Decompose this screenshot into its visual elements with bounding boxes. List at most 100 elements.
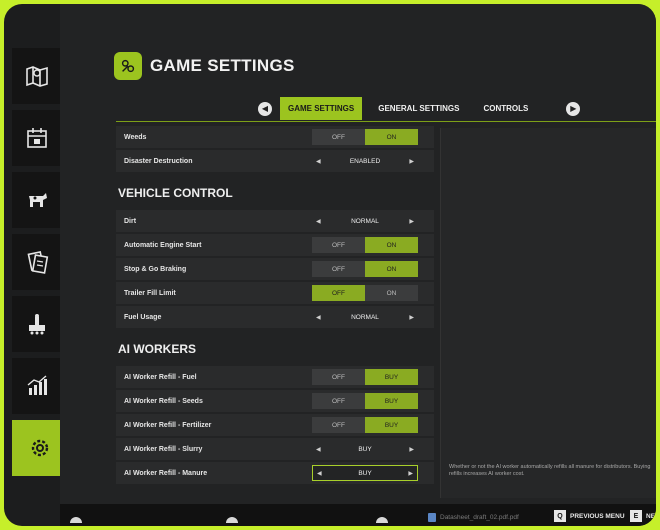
tab-next-button[interactable]: ▶	[566, 101, 581, 116]
sidebar-item-statistics[interactable]	[12, 358, 62, 414]
toggle-off[interactable]: OFF	[312, 237, 365, 253]
toggle-off[interactable]: OFF	[312, 369, 365, 385]
setting-label: Weeds	[124, 133, 147, 141]
pdf-file-icon	[428, 513, 436, 522]
previous-menu-button[interactable]: Q PREVIOUS MENU	[554, 510, 625, 522]
toggle-on[interactable]: ON	[365, 285, 418, 301]
selector-right-arrow[interactable]: ▶	[409, 446, 414, 453]
sidebar-item-map[interactable]	[12, 48, 62, 104]
toggle-on[interactable]: ON	[365, 237, 418, 253]
setting-label: AI Worker Refill - Seeds	[124, 397, 203, 405]
key-q-icon: Q	[554, 510, 566, 522]
weeds-toggle[interactable]: OFF ON	[312, 129, 418, 145]
taskbar-icon	[226, 517, 238, 523]
setting-row-ai-manure: AI Worker Refill - Manure ◀ BUY ▶	[116, 462, 434, 484]
setting-label: Disaster Destruction	[124, 157, 193, 165]
settings-list: Weeds OFF ON Disaster Destruction ◀ ENAB…	[116, 126, 434, 486]
next-menu-button[interactable]: E NE	[630, 510, 655, 522]
setting-row-ai-fuel: AI Worker Refill - Fuel OFF BUY	[116, 366, 434, 388]
taskbar-icon	[376, 517, 388, 523]
page-title: GAME SETTINGS	[150, 56, 295, 75]
setting-row-disaster: Disaster Destruction ◀ ENABLED ▶	[116, 150, 434, 172]
disaster-selector[interactable]: ◀ ENABLED ▶	[312, 153, 418, 169]
setting-label: Automatic Engine Start	[124, 241, 202, 249]
map-icon	[26, 66, 48, 87]
toggle-off[interactable]: OFF	[312, 417, 365, 433]
tab-prev-button[interactable]: ◀	[258, 101, 272, 116]
ai-fertilizer-toggle[interactable]: OFF BUY	[312, 417, 418, 433]
trailer-fill-toggle[interactable]: OFF ON	[312, 285, 418, 301]
tab-game-settings[interactable]: GAME SETTINGS	[280, 97, 363, 120]
sidebar-item-production[interactable]	[12, 296, 62, 352]
description-panel: Whether or not the AI worker automatical…	[440, 128, 656, 498]
selector-left-arrow[interactable]: ◀	[316, 218, 321, 225]
setting-label: Dirt	[124, 217, 137, 225]
selector-right-arrow[interactable]: ▶	[409, 314, 414, 321]
setting-label: AI Worker Refill - Fuel	[124, 373, 197, 381]
setting-row-ai-seeds: AI Worker Refill - Seeds OFF BUY	[116, 390, 434, 412]
sidebar-item-animals[interactable]	[12, 172, 62, 228]
section-title-vehicle: VEHICLE CONTROL	[118, 186, 233, 200]
section-title-ai: AI WORKERS	[118, 342, 196, 356]
toggle-off[interactable]: OFF	[312, 261, 365, 277]
sidebar-item-contracts[interactable]	[12, 234, 62, 290]
tab-underline	[116, 121, 656, 122]
toggle-on[interactable]: BUY	[365, 369, 418, 385]
selector-right-arrow[interactable]: ▶	[409, 218, 414, 225]
taskbar-file-label[interactable]: Datasheet_draft_02.pdf.pdf	[440, 514, 519, 521]
setting-row-fuel-usage: Fuel Usage ◀ NORMAL ▶	[116, 306, 434, 328]
tab-controls[interactable]: CONTROLS	[475, 97, 536, 120]
setting-label: Trailer Fill Limit	[124, 289, 176, 297]
fuel-usage-selector[interactable]: ◀ NORMAL ▶	[312, 309, 418, 325]
setting-row-ai-slurry: AI Worker Refill - Slurry ◀ BUY ▶	[116, 438, 434, 460]
selector-right-arrow[interactable]: ▶	[409, 158, 414, 165]
sidebar	[12, 48, 73, 508]
toggle-on[interactable]: ON	[365, 261, 418, 277]
stop-go-toggle[interactable]: OFF ON	[312, 261, 418, 277]
ai-fuel-toggle[interactable]: OFF BUY	[312, 369, 418, 385]
previous-menu-label: PREVIOUS MENU	[570, 512, 625, 520]
setting-row-trailer-fill: Trailer Fill Limit OFF ON	[116, 282, 434, 304]
dirt-selector[interactable]: ◀ NORMAL ▶	[312, 213, 418, 229]
taskbar-icon	[70, 517, 82, 523]
game-window: GAME SETTINGS ◀ GAME SETTINGS GENERAL SE…	[4, 4, 656, 526]
selector-right-arrow[interactable]: ▶	[408, 470, 413, 477]
setting-row-engine-start: Automatic Engine Start OFF ON	[116, 234, 434, 256]
setting-label: AI Worker Refill - Slurry	[124, 445, 203, 453]
selector-left-arrow[interactable]: ◀	[317, 470, 322, 477]
ai-seeds-toggle[interactable]: OFF BUY	[312, 393, 418, 409]
ai-manure-selector[interactable]: ◀ BUY ▶	[312, 465, 418, 481]
setting-row-weeds: Weeds OFF ON	[116, 126, 434, 148]
next-menu-label: NE	[646, 512, 656, 520]
ai-slurry-selector[interactable]: ◀ BUY ▶	[312, 441, 418, 457]
engine-start-toggle[interactable]: OFF ON	[312, 237, 418, 253]
setting-row-dirt: Dirt ◀ NORMAL ▶	[116, 210, 434, 232]
selector-value: NORMAL	[351, 217, 379, 225]
toggle-on[interactable]: ON	[365, 129, 418, 145]
setting-description: Whether or not the AI worker automatical…	[449, 464, 651, 477]
selector-left-arrow[interactable]: ◀	[316, 158, 321, 165]
setting-label: AI Worker Refill - Fertilizer	[124, 421, 212, 429]
header: GAME SETTINGS	[114, 52, 295, 80]
toggle-on[interactable]: BUY	[365, 393, 418, 409]
selector-value: BUY	[358, 469, 372, 477]
toggle-off[interactable]: OFF	[312, 285, 365, 301]
toggle-off[interactable]: OFF	[312, 393, 365, 409]
main-content: GAME SETTINGS ◀ GAME SETTINGS GENERAL SE…	[60, 4, 656, 526]
selector-left-arrow[interactable]: ◀	[316, 446, 321, 453]
setting-label: Stop & Go Braking	[124, 265, 187, 273]
toggle-off[interactable]: OFF	[312, 129, 365, 145]
setting-row-ai-fertilizer: AI Worker Refill - Fertilizer OFF BUY	[116, 414, 434, 436]
setting-label: Fuel Usage	[124, 313, 162, 321]
tab-general-settings[interactable]: GENERAL SETTINGS	[370, 97, 467, 120]
selector-left-arrow[interactable]: ◀	[316, 314, 321, 321]
toggle-on[interactable]: BUY	[365, 417, 418, 433]
selector-value: BUY	[358, 445, 372, 453]
settings-logo-icon	[114, 52, 142, 80]
production-icon	[29, 314, 45, 335]
statistics-icon	[27, 375, 47, 395]
selector-value: ENABLED	[349, 157, 381, 165]
sidebar-item-calendar[interactable]	[12, 110, 62, 166]
settings-icon	[31, 439, 49, 457]
selector-value: NORMAL	[351, 313, 379, 321]
